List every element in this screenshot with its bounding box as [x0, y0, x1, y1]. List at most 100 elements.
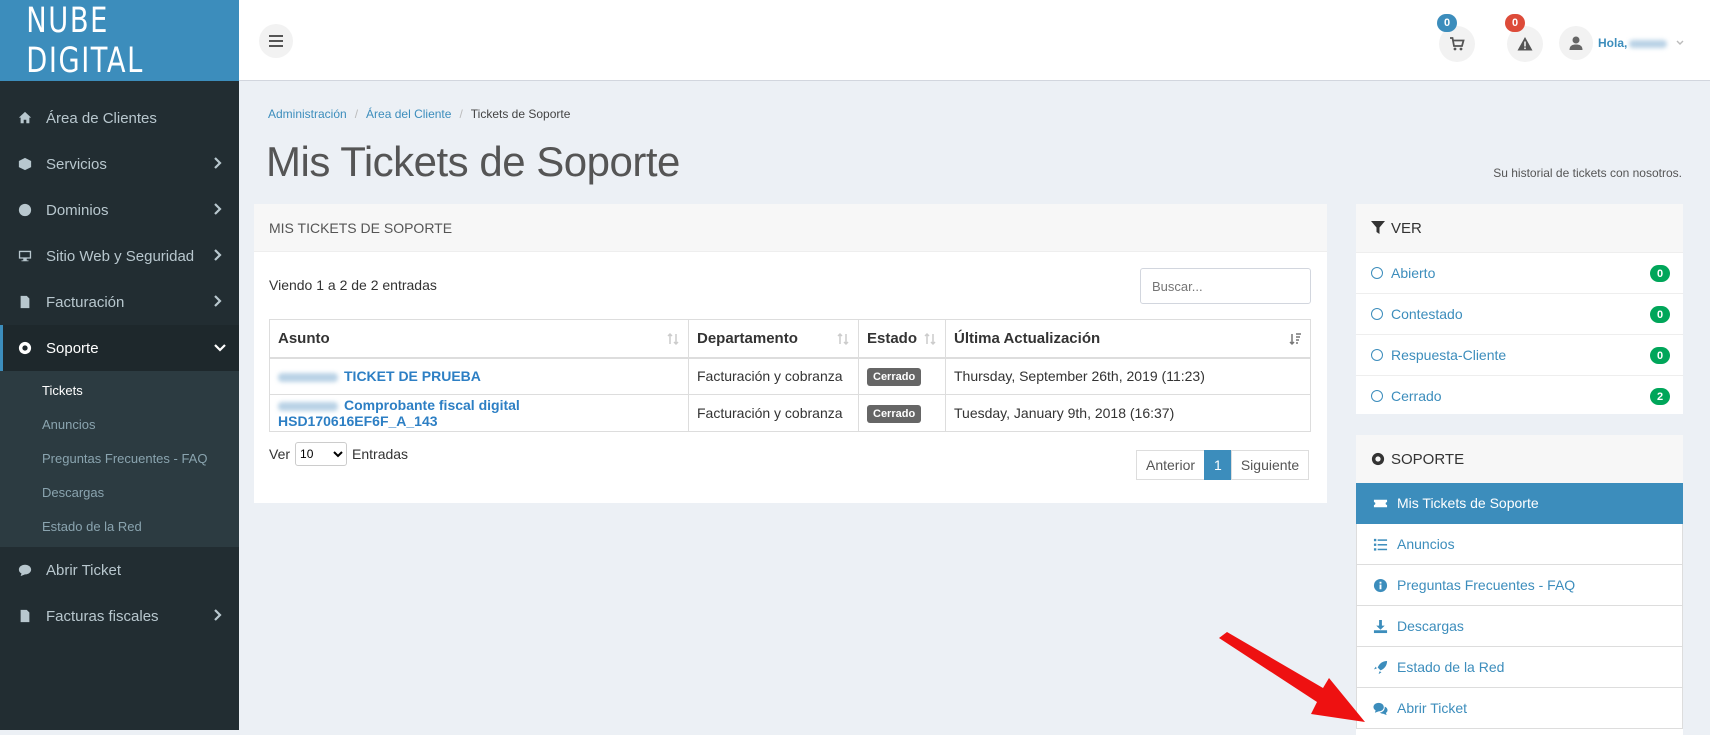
column-header-asunto[interactable]: Asunto [269, 319, 689, 359]
invoice-icon [17, 294, 33, 310]
chevron-right-icon [213, 248, 227, 262]
logo-area[interactable]: NUBE DIGITAL [0, 0, 239, 81]
submenu-item-tickets[interactable]: Tickets [0, 373, 239, 407]
search-input[interactable] [1140, 268, 1311, 304]
redacted-ticket-id [278, 401, 338, 411]
column-header-departamento[interactable]: Departamento [688, 319, 859, 359]
column-header-estado[interactable]: Estado [858, 319, 946, 359]
support-box-heading: SOPORTE [1356, 435, 1683, 483]
user-menu-toggle[interactable]: Hola, [1598, 36, 1668, 50]
sidebar-item-label: Facturación [46, 293, 125, 311]
submenu-item-estado-red[interactable]: Estado de la Red [0, 509, 239, 543]
entries-label: Entradas [352, 446, 409, 462]
sidebar-item-facturas-fiscales[interactable]: Facturas fiscales [0, 593, 239, 639]
sidebar-item-area-clientes[interactable]: Área de Clientes [0, 95, 239, 141]
count-badge: 2 [1650, 388, 1670, 405]
user-icon [1569, 36, 1583, 50]
circle-icon [1371, 390, 1383, 402]
circle-icon [1371, 349, 1383, 361]
breadcrumb-link-administracion[interactable]: Administración [268, 107, 347, 121]
ticket-subject-link[interactable]: TICKET DE PRUEBA [344, 368, 481, 384]
count-badge: 0 [1650, 347, 1670, 364]
table-row[interactable]: Comprobante fiscal digital HSD170616EF6F… [269, 394, 1311, 432]
support-item-mis-tickets[interactable]: Mis Tickets de Soporte [1356, 483, 1683, 524]
ticket-icon [1373, 499, 1388, 507]
panel-heading: MIS TICKETS DE SOPORTE [254, 204, 1327, 252]
life-ring-icon [17, 340, 33, 356]
info-icon [1373, 578, 1388, 592]
sidebar-item-label: Dominios [46, 201, 109, 219]
brand-logo[interactable]: NUBE DIGITAL [26, 0, 213, 81]
greeting-text: Hola, [1598, 36, 1628, 50]
support-item-anuncios[interactable]: Anuncios [1356, 524, 1683, 565]
chevron-down-icon [213, 340, 227, 354]
filter-item-abierto[interactable]: Abierto 0 [1356, 252, 1683, 293]
filter-item-respuesta-cliente[interactable]: Respuesta-Cliente 0 [1356, 334, 1683, 375]
chevron-right-icon [213, 294, 227, 308]
sort-icon [667, 332, 679, 346]
sidebar-item-abrir-ticket[interactable]: Abrir Ticket [0, 547, 239, 593]
page-title: Mis Tickets de Soporte [266, 138, 680, 185]
cart-button[interactable]: 0 [1437, 14, 1475, 62]
page-subtitle: Su historial de tickets con nosotros. [1493, 166, 1682, 180]
desktop-icon [17, 248, 33, 264]
support-item-descargas[interactable]: Descargas [1356, 606, 1683, 647]
support-item-estado-red[interactable]: Estado de la Red [1356, 647, 1683, 688]
tickets-table: Asunto Departamento Estado Última Actual… [269, 319, 1311, 432]
sidebar-item-label: Abrir Ticket [46, 561, 122, 579]
sidebar-item-label: Facturas fiscales [46, 607, 159, 625]
avatar[interactable] [1559, 26, 1593, 60]
life-ring-icon [1371, 452, 1385, 466]
cell-department: Facturación y cobranza [688, 394, 859, 432]
red-arrow-annotation [1219, 632, 1365, 722]
count-badge: 0 [1650, 265, 1670, 282]
alert-count-badge: 0 [1505, 14, 1525, 32]
top-header: 0 0 Hola, [239, 0, 1710, 81]
breadcrumb: Administración / Área del Cliente / Tickets … [268, 107, 571, 121]
pagination: Anterior 1 Siguiente [1136, 450, 1310, 480]
circle-icon [1371, 308, 1383, 320]
cell-subject[interactable]: Comprobante fiscal digital HSD170616EF6F… [269, 394, 689, 432]
support-item-abrir-ticket[interactable]: Abrir Ticket [1356, 688, 1683, 729]
submenu-item-descargas[interactable]: Descargas [0, 475, 239, 509]
support-item-faq[interactable]: Preguntas Frecuentes - FAQ [1356, 565, 1683, 606]
sidebar-item-sitio-web[interactable]: Sitio Web y Seguridad [0, 233, 239, 279]
cell-subject[interactable]: TICKET DE PRUEBA [269, 357, 689, 395]
filter-box: VER Abierto 0 Contestado 0 Respuesta-Clien… [1356, 204, 1683, 414]
filter-icon [1371, 221, 1385, 234]
filter-item-contestado[interactable]: Contestado 0 [1356, 293, 1683, 334]
cube-icon [17, 156, 33, 172]
sidebar-item-label: Sitio Web y Seguridad [46, 247, 195, 265]
submenu-item-faq[interactable]: Preguntas Frecuentes - FAQ [0, 441, 239, 475]
alerts-button[interactable]: 0 [1505, 14, 1543, 62]
breadcrumb-link-area-cliente[interactable]: Área del Cliente [366, 107, 451, 121]
sort-icon [837, 332, 849, 346]
redacted-username [1629, 39, 1668, 48]
sort-desc-icon [1289, 333, 1301, 346]
cell-department: Facturación y cobranza [688, 357, 859, 395]
redacted-ticket-id [278, 373, 338, 383]
sidebar: Área de Clientes Servicios Dominios Siti… [0, 81, 239, 730]
pagination-page-1[interactable]: 1 [1204, 450, 1232, 480]
column-header-ultima-actualizacion[interactable]: Última Actualización [945, 319, 1311, 359]
cell-updated: Tuesday, January 9th, 2018 (16:37) [945, 394, 1311, 432]
table-row[interactable]: TICKET DE PRUEBA Facturación y cobranza … [269, 357, 1311, 395]
entries-per-page-select[interactable]: 10 [295, 442, 348, 466]
sidebar-item-soporte[interactable]: Soporte [0, 325, 239, 371]
sidebar-item-facturacion[interactable]: Facturación [0, 279, 239, 325]
caret-down-icon[interactable] [1675, 37, 1685, 47]
filter-item-cerrado[interactable]: Cerrado 2 [1356, 375, 1683, 416]
status-badge: Cerrado [867, 404, 922, 423]
sidebar-toggle-button[interactable] [259, 24, 293, 58]
status-badge: Cerrado [867, 367, 922, 386]
pagination-next-button[interactable]: Siguiente [1230, 450, 1310, 480]
sidebar-item-servicios[interactable]: Servicios [0, 141, 239, 187]
chevron-right-icon [213, 202, 227, 216]
submenu-item-anuncios[interactable]: Anuncios [0, 407, 239, 441]
ver-label: Ver [269, 446, 291, 462]
globe-icon [17, 202, 33, 218]
chevron-right-icon [213, 608, 227, 622]
sidebar-item-label: Soporte [46, 339, 99, 357]
pagination-prev-button[interactable]: Anterior [1136, 450, 1206, 480]
sidebar-item-dominios[interactable]: Dominios [0, 187, 239, 233]
